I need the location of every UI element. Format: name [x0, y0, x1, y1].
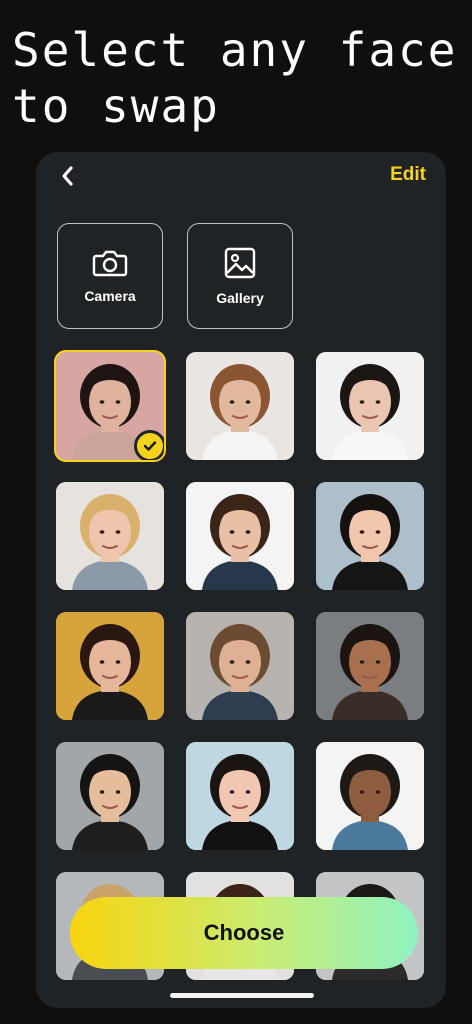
edit-button[interactable]: Edit — [390, 164, 426, 186]
face-portrait — [316, 612, 424, 720]
face-portrait — [186, 482, 294, 590]
face-portrait — [56, 482, 164, 590]
face-portrait — [186, 742, 294, 850]
back-button[interactable] — [54, 162, 82, 190]
face-portrait — [316, 352, 424, 460]
face-option[interactable] — [56, 742, 164, 850]
face-option[interactable] — [56, 612, 164, 720]
face-option[interactable] — [56, 482, 164, 590]
face-option[interactable] — [186, 352, 294, 460]
face-portrait — [186, 612, 294, 720]
face-portrait — [56, 612, 164, 720]
face-portrait — [56, 742, 164, 850]
face-option[interactable] — [186, 612, 294, 720]
headline-line-1: Select any face — [12, 23, 458, 77]
selected-check-icon — [134, 430, 164, 460]
face-portrait — [316, 742, 424, 850]
face-option[interactable] — [316, 612, 424, 720]
face-option[interactable] — [186, 482, 294, 590]
face-grid — [54, 350, 426, 980]
gallery-button[interactable]: Gallery — [187, 223, 293, 329]
chevron-left-icon — [62, 166, 73, 186]
headline: Select any face to swap — [12, 22, 462, 134]
gallery-label: Gallery — [216, 290, 264, 306]
home-indicator — [170, 993, 314, 998]
headline-line-2: to swap — [12, 79, 220, 133]
face-portrait — [186, 352, 294, 460]
face-option[interactable] — [316, 352, 424, 460]
camera-label: Camera — [84, 288, 136, 304]
face-option[interactable] — [316, 482, 424, 590]
camera-icon — [92, 250, 128, 277]
phone-screen: Edit Camera Gallery Choose — [36, 152, 446, 1008]
face-option[interactable] — [186, 742, 294, 850]
image-icon — [224, 247, 256, 279]
camera-button[interactable]: Camera — [57, 223, 163, 329]
face-portrait — [316, 482, 424, 590]
choose-button[interactable]: Choose — [70, 897, 418, 969]
face-option[interactable] — [316, 742, 424, 850]
face-option[interactable] — [54, 350, 166, 462]
